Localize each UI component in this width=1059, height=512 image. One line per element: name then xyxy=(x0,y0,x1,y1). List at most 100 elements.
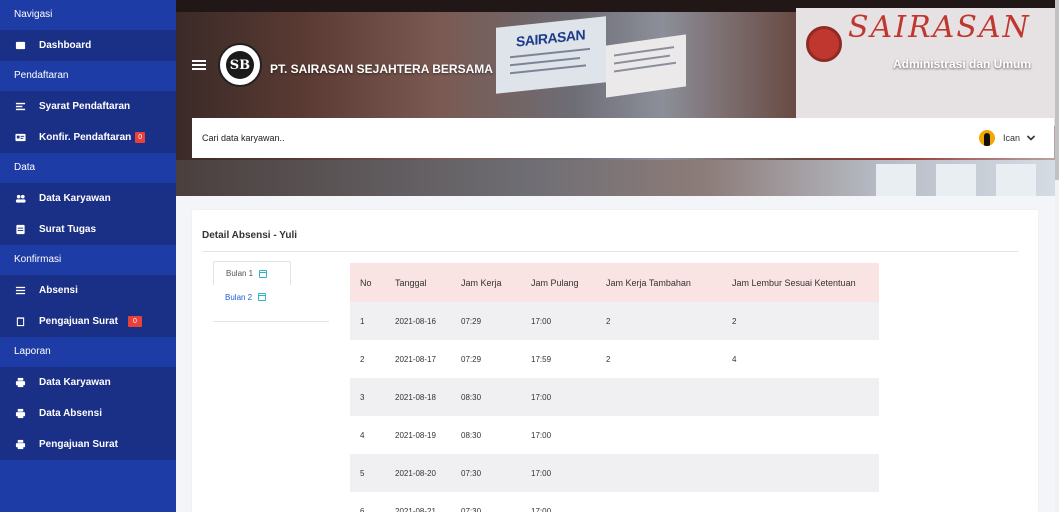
id-card-icon xyxy=(14,132,26,144)
tab-bulan-2[interactable]: Bulan 2 xyxy=(213,285,329,309)
table-cell: 07:30 xyxy=(451,454,521,492)
table-cell: 17:59 xyxy=(521,340,596,378)
list-icon xyxy=(14,101,26,113)
sidebar-item-label: Absensi xyxy=(39,285,78,296)
clipboard-icon xyxy=(14,316,26,328)
sidebar: Navigasi Dashboard Pendaftaran Syarat Pe… xyxy=(0,0,176,512)
table-cell: 4 xyxy=(350,416,385,454)
table-cell xyxy=(596,492,722,512)
column-header: Jam Lembur Sesuai Ketentuan xyxy=(722,263,879,302)
search-input[interactable] xyxy=(202,133,502,143)
table-cell: 2 xyxy=(596,302,722,340)
users-icon xyxy=(14,193,26,205)
table-cell: 1 xyxy=(350,302,385,340)
print-icon xyxy=(14,377,26,389)
header-banner-photo: SAIRASAN SAIRASAN xyxy=(176,0,1059,196)
table-cell xyxy=(596,416,722,454)
table-cell xyxy=(596,454,722,492)
avatar xyxy=(978,130,995,146)
table-row: 4 2021-08-19 08:30 17:00 xyxy=(350,416,879,454)
company-name: PT. SAIRASAN SEJAHTERA BERSAMA xyxy=(270,62,493,76)
table-row: 2 2021-08-17 07:29 17:59 2 4 xyxy=(350,340,879,378)
table-row: 3 2021-08-18 08:30 17:00 xyxy=(350,378,879,416)
top-header: SB PT. SAIRASAN SEJAHTERA BERSAMA Admini… xyxy=(176,40,1059,90)
print-icon xyxy=(14,408,26,420)
menu-icon xyxy=(14,285,26,297)
sidebar-heading-navigasi: Navigasi xyxy=(0,0,176,30)
table-cell: 2 xyxy=(722,302,879,340)
sidebar-heading-data: Data xyxy=(0,153,176,183)
column-header: Jam Pulang xyxy=(521,263,596,302)
column-header: Tanggal xyxy=(385,263,451,302)
sidebar-item-label: Pengajuan Surat xyxy=(39,439,118,450)
table-cell xyxy=(722,378,879,416)
table-header-row: No Tanggal Jam Kerja Jam Pulang Jam Kerj… xyxy=(350,263,879,302)
sidebar-item-label: Syarat Pendaftaran xyxy=(39,101,131,112)
sidebar-item-label: Dashboard xyxy=(39,40,92,51)
sidebar-item-laporan-data-karyawan[interactable]: Data Karyawan xyxy=(0,367,176,398)
sidebar-item-laporan-data-absensi[interactable]: Data Absensi xyxy=(0,398,176,429)
department-name: Administrasi dan Umum xyxy=(892,57,1031,71)
table-cell: 2021-08-17 xyxy=(385,340,451,378)
sidebar-item-dashboard[interactable]: Dashboard xyxy=(0,30,176,61)
table-cell xyxy=(722,416,879,454)
dashboard-icon xyxy=(14,40,26,52)
sidebar-item-label: Data Absensi xyxy=(39,408,102,419)
sidebar-item-surat-tugas[interactable]: Surat Tugas xyxy=(0,214,176,245)
table-row: 6 2021-08-21 07:30 17:00 xyxy=(350,492,879,512)
sidebar-item-pengajuan-surat[interactable]: Pengajuan Surat 0 xyxy=(0,306,176,337)
table-cell: 08:30 xyxy=(451,416,521,454)
table-cell: 2021-08-19 xyxy=(385,416,451,454)
table-cell xyxy=(722,454,879,492)
table-row: 1 2021-08-16 07:29 17:00 2 2 xyxy=(350,302,879,340)
hamburger-menu-icon[interactable] xyxy=(192,60,206,70)
table-cell xyxy=(596,378,722,416)
attendance-table: No Tanggal Jam Kerja Jam Pulang Jam Kerj… xyxy=(350,263,879,512)
table-cell: 2021-08-21 xyxy=(385,492,451,512)
user-name: Ican xyxy=(1002,133,1020,143)
calendar-icon xyxy=(259,269,268,278)
file-icon xyxy=(14,224,26,236)
calendar-icon xyxy=(258,293,267,301)
table-cell: 2021-08-20 xyxy=(385,454,451,492)
table-cell: 17:00 xyxy=(521,378,596,416)
tab-bulan-1[interactable]: Bulan 1 xyxy=(213,261,291,285)
table-cell: 2021-08-18 xyxy=(385,378,451,416)
sidebar-item-label: Surat Tugas xyxy=(39,224,97,235)
table-cell: 2 xyxy=(350,340,385,378)
sidebar-item-konfir-pendaftaran[interactable]: Konfir. Pendaftaran 0 xyxy=(0,122,176,153)
search-bar: Ican xyxy=(192,118,1054,158)
sidebar-item-label: Data Karyawan xyxy=(39,377,111,388)
sidebar-item-label: Pengajuan Surat xyxy=(39,316,118,327)
column-header: No xyxy=(350,263,385,302)
table-cell: 4 xyxy=(722,340,879,378)
chevron-down-icon xyxy=(1026,135,1036,141)
pending-count-badge: 0 xyxy=(127,316,142,327)
sidebar-item-laporan-pengajuan-surat[interactable]: Pengajuan Surat xyxy=(0,429,176,460)
table-cell: 07:30 xyxy=(451,492,521,512)
sidebar-item-absensi[interactable]: Absensi xyxy=(0,275,176,306)
page-scrollbar[interactable] xyxy=(1055,0,1059,512)
print-icon xyxy=(14,439,26,451)
user-menu[interactable]: Ican xyxy=(978,130,1036,146)
company-logo: SB xyxy=(218,43,262,87)
sidebar-item-label: Data Karyawan xyxy=(39,193,111,204)
sidebar-item-label: Konfir. Pendaftaran xyxy=(39,132,132,143)
sidebar-item-syarat-pendaftaran[interactable]: Syarat Pendaftaran xyxy=(0,91,176,122)
card-title: Detail Absensi - Yuli xyxy=(202,230,298,241)
pending-count-badge: 0 xyxy=(135,132,146,143)
table-cell: 17:00 xyxy=(521,454,596,492)
table-cell: 6 xyxy=(350,492,385,512)
month-tabs: Bulan 1 Bulan 2 xyxy=(213,261,329,309)
table-cell: 17:00 xyxy=(521,492,596,512)
tab-label: Bulan 2 xyxy=(225,292,253,302)
sidebar-item-data-karyawan[interactable]: Data Karyawan xyxy=(0,183,176,214)
table-cell: 07:29 xyxy=(451,340,521,378)
attendance-detail-card: Detail Absensi - Yuli Bulan 1 Bulan 2 No… xyxy=(192,210,1038,512)
table-cell: 2021-08-16 xyxy=(385,302,451,340)
sidebar-heading-konfirmasi: Konfirmasi xyxy=(0,245,176,275)
tab-label: Bulan 1 xyxy=(226,269,254,278)
sidebar-heading-laporan: Laporan xyxy=(0,337,176,367)
table-row: 5 2021-08-20 07:30 17:00 xyxy=(350,454,879,492)
table-cell: 17:00 xyxy=(521,302,596,340)
